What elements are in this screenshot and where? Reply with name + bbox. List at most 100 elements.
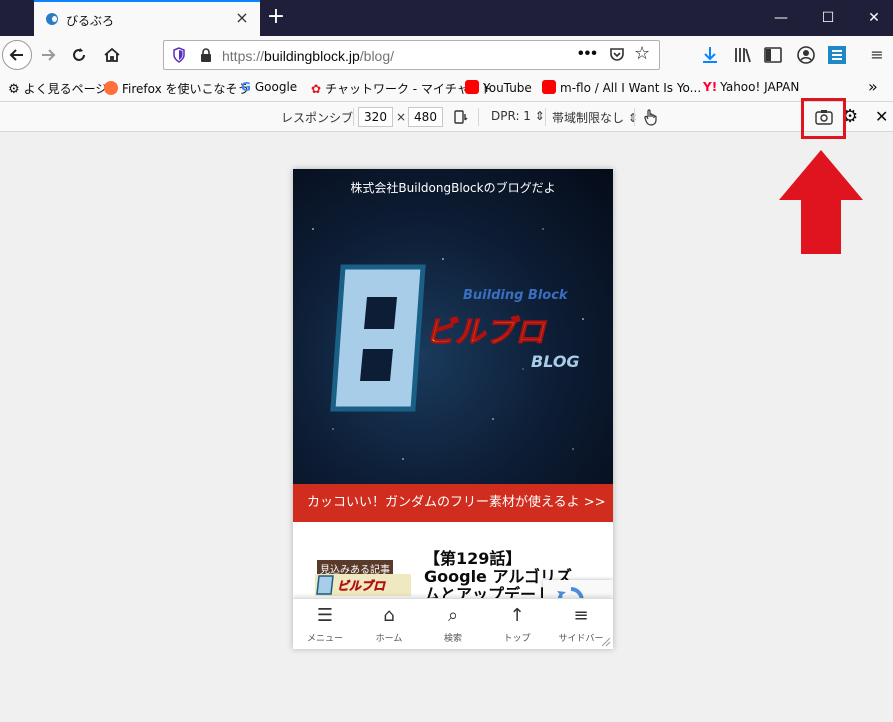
chatwork-icon: ✿	[311, 82, 322, 96]
bottom-nav-label: ホーム	[375, 634, 403, 644]
rotate-icon[interactable]	[453, 109, 469, 125]
resize-handle-icon[interactable]	[601, 637, 611, 647]
bottom-nav-label: 検索	[443, 634, 462, 644]
logo-main-text: ビルブロ	[425, 315, 547, 350]
reload-button[interactable]	[64, 40, 94, 70]
bookmark-item[interactable]: G Google	[241, 80, 297, 98]
tracking-shield-icon[interactable]	[172, 47, 186, 63]
extension-icon[interactable]	[826, 45, 848, 65]
youtube-icon	[542, 80, 556, 94]
navigation-bar: https://buildingblock.jp/blog/ ••• ☆ ≡	[0, 36, 893, 74]
bookmark-item[interactable]: YouTube	[465, 80, 532, 98]
viewport-width-input[interactable]: 320	[358, 107, 393, 127]
url-bar[interactable]: https://buildingblock.jp/blog/ ••• ☆	[163, 40, 660, 70]
mobile-viewport[interactable]: 株式会社BuildongBlockのブログだよ Building Block ビ…	[293, 169, 613, 649]
library-icon[interactable]	[732, 45, 754, 65]
bottom-nav-menu[interactable]: ☰ メニュー	[293, 599, 357, 649]
download-icon[interactable]	[699, 45, 721, 65]
throttle-selector[interactable]: 帯域制限なし ⇕	[552, 109, 638, 126]
dpr-label: DPR: 1	[491, 109, 531, 123]
tab-title: びるぶろ	[66, 14, 115, 28]
promo-banner-link[interactable]: カッコいい！ガンダムのフリー素材が使えるよ >>	[293, 484, 613, 522]
bottom-nav-label: トップ	[503, 634, 531, 644]
close-tab-icon[interactable]: ×	[232, 8, 252, 28]
bookmark-label: m-flo / All I Want Is Yo...	[560, 81, 702, 95]
separator	[478, 108, 479, 126]
bookmarks-bar: ⚙ よく見るページ Firefox を使いこなそう G Google ✿ チャットワー…	[0, 74, 893, 102]
separator	[545, 108, 546, 126]
close-rdm-icon[interactable]: ✕	[875, 107, 888, 126]
touch-simulation-icon[interactable]	[642, 108, 658, 126]
red-arrow-annotation	[779, 150, 863, 254]
url-path: /blog/	[359, 48, 395, 64]
sidebar-icon: ≡	[573, 605, 589, 626]
app-menu-button[interactable]: ≡	[866, 45, 888, 65]
search-icon: ⌕	[447, 605, 459, 626]
featured-article[interactable]: 見込みある記事 ビルブロ 【第129話】Google アルゴリズムとアップデート…	[293, 522, 613, 622]
bottom-nav-top[interactable]: ↑ トップ	[485, 599, 549, 649]
url-text[interactable]: https://buildingblock.jp/blog/	[222, 48, 394, 64]
viewport-height-input[interactable]: 480	[408, 107, 443, 127]
arrow-right-icon	[42, 49, 56, 61]
reload-icon	[73, 48, 85, 61]
forward-button[interactable]	[33, 40, 63, 70]
gear-icon: ⚙	[8, 82, 20, 97]
pocket-icon[interactable]	[609, 46, 625, 62]
bookmark-item[interactable]: ⚙ よく見るページ	[8, 80, 107, 98]
lock-icon[interactable]	[200, 48, 212, 62]
bottom-nav-search[interactable]: ⌕ 検索	[421, 599, 485, 649]
bookmark-star-icon[interactable]: ☆	[634, 43, 650, 64]
google-icon: G	[241, 80, 251, 94]
thumbnail-logo: ビルブロ	[316, 575, 386, 595]
close-window-button[interactable]: ✕	[851, 0, 893, 36]
throttle-label: 帯域制限なし	[552, 111, 625, 125]
youtube-icon	[465, 80, 479, 94]
firefox-icon	[104, 81, 118, 95]
home-icon	[104, 47, 120, 62]
bookmark-label: Google	[254, 80, 298, 94]
bookmark-item[interactable]: Y! Yahoo! JAPAN	[703, 80, 799, 98]
url-prefix: https://	[222, 48, 265, 64]
new-tab-button[interactable]: +	[264, 6, 288, 30]
bookmark-label: よく見るページ	[23, 82, 108, 96]
site-logo[interactable]: Building Block ビルブロ BLOG	[293, 249, 613, 469]
sidebar-toggle-icon[interactable]	[762, 45, 784, 65]
dimension-separator: ×	[396, 110, 407, 124]
bookmark-label: Yahoo! JAPAN	[720, 80, 800, 94]
more-bookmarks-icon[interactable]: »	[868, 77, 878, 96]
minimize-button[interactable]: —	[758, 0, 804, 36]
yahoo-icon: Y!	[703, 80, 718, 94]
bookmark-label: YouTube	[483, 81, 532, 95]
site-tagline: 株式会社BuildongBlockのブログだよ	[350, 181, 556, 195]
title-bar: びるぶろ × + — ☐ ✕	[0, 0, 893, 36]
arrow-up-icon: ↑	[509, 605, 525, 626]
responsive-toolbar: レスポンシブ ⇕ 320 × 480 DPR: 1 ⇕ 帯域制限なし ⇕ ⚙ ✕	[0, 102, 893, 132]
bottom-nav-home[interactable]: ⌂ ホーム	[357, 599, 421, 649]
home-button[interactable]	[97, 40, 127, 70]
url-host: buildingblock.jp	[264, 48, 360, 64]
maximize-button[interactable]: ☐	[805, 0, 851, 36]
home-icon: ⌂	[383, 605, 395, 626]
bottom-nav-label: メニュー	[306, 634, 343, 644]
logo-brand-text: Building Block	[463, 288, 569, 303]
account-icon[interactable]	[795, 45, 817, 65]
logo-sub-text: BLOG	[531, 352, 580, 371]
page-actions-icon[interactable]: •••	[578, 45, 598, 63]
back-button[interactable]	[2, 40, 32, 70]
tab-active[interactable]: びるぶろ ×	[34, 0, 260, 36]
device-label: レスポンシブ	[281, 111, 354, 125]
site-favicon-icon	[46, 13, 58, 25]
separator	[353, 108, 354, 126]
arrow-left-icon	[9, 49, 23, 61]
menu-icon: ☰	[316, 605, 334, 626]
thumbnail-logo-text: ビルブロ	[337, 579, 386, 593]
bottom-navigation: ☰ メニュー ⌂ ホーム ⌕ 検索 ↑ トップ ≡ サイドバー	[293, 598, 613, 649]
article-thumbnail[interactable]: ビルブロ	[315, 574, 411, 596]
screenshot-highlight-box	[801, 98, 846, 139]
device-selector[interactable]: レスポンシブ ⇕	[281, 109, 367, 126]
hero-header: 株式会社BuildongBlockのブログだよ Building Block ビ…	[293, 169, 613, 484]
bookmark-item[interactable]: Firefox を使いこなそう	[104, 80, 250, 98]
bookmark-label: Firefox を使いこなそう	[122, 82, 250, 96]
dpr-selector[interactable]: DPR: 1 ⇕	[491, 109, 545, 123]
bookmark-item[interactable]: m-flo / All I Want Is Yo...	[542, 80, 701, 98]
